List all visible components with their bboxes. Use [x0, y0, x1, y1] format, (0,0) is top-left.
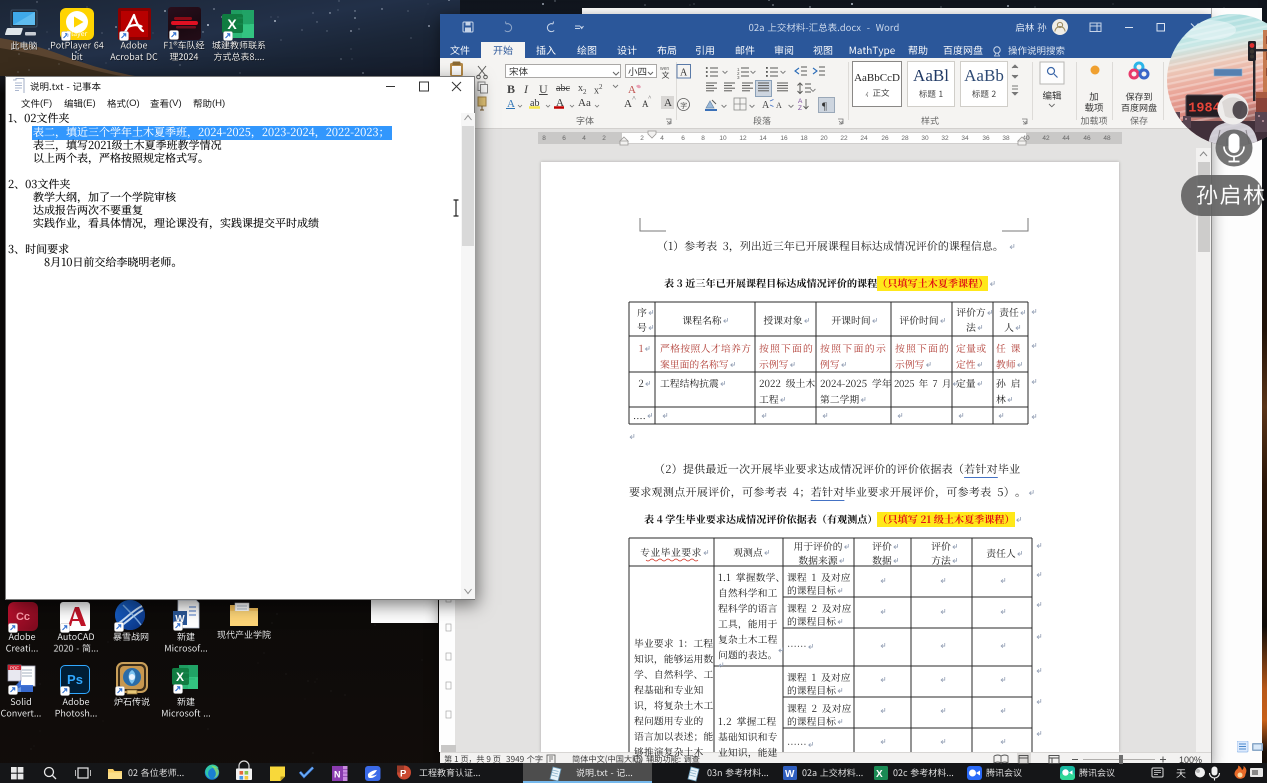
svg-text:Cc: Cc	[16, 611, 30, 623]
svg-text:1984: 1984	[1188, 102, 1220, 117]
svg-text:Ps: Ps	[67, 672, 83, 687]
svg-text:PDF: PDF	[10, 666, 19, 671]
svg-text:X: X	[176, 670, 184, 684]
svg-text:X: X	[227, 16, 237, 32]
